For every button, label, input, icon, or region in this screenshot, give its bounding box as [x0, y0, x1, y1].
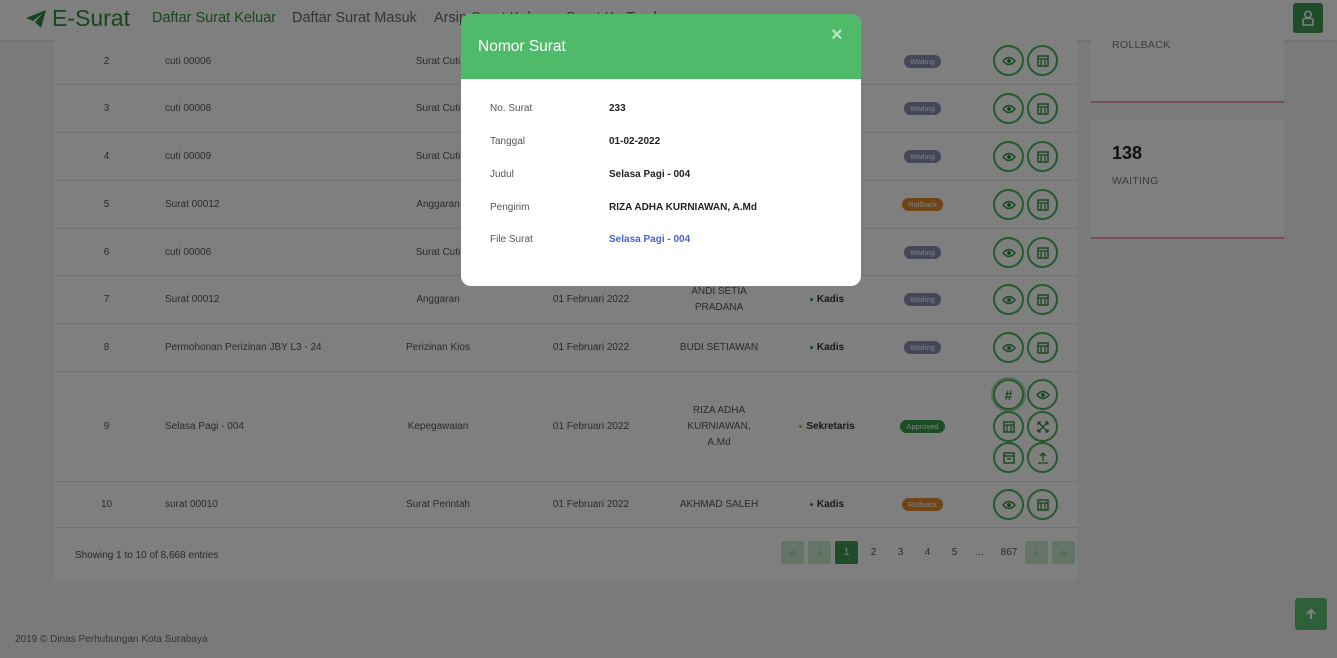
file-surat-link[interactable]: Selasa Pagi - 004 — [609, 234, 859, 245]
field-value: Selasa Pagi - 004 — [609, 169, 691, 180]
field-value: RIZA ADHA KURNIAWAN, A.Md — [609, 202, 757, 213]
field-label: Pengirim — [490, 202, 530, 213]
modal-header: Nomor Surat × — [461, 14, 861, 79]
modal-title: Nomor Surat — [478, 38, 566, 55]
field-value: 233 — [609, 103, 626, 114]
field-value: 01-02-2022 — [609, 136, 661, 147]
field-label: No. Surat — [490, 103, 533, 114]
field-label: Judul — [490, 169, 514, 180]
field-label: File Surat — [490, 234, 533, 245]
close-icon[interactable]: × — [831, 24, 843, 47]
field-label: Tanggal — [490, 136, 526, 147]
nomor-surat-modal: Nomor Surat × No. Surat 233 Tanggal 01-0… — [461, 14, 861, 286]
